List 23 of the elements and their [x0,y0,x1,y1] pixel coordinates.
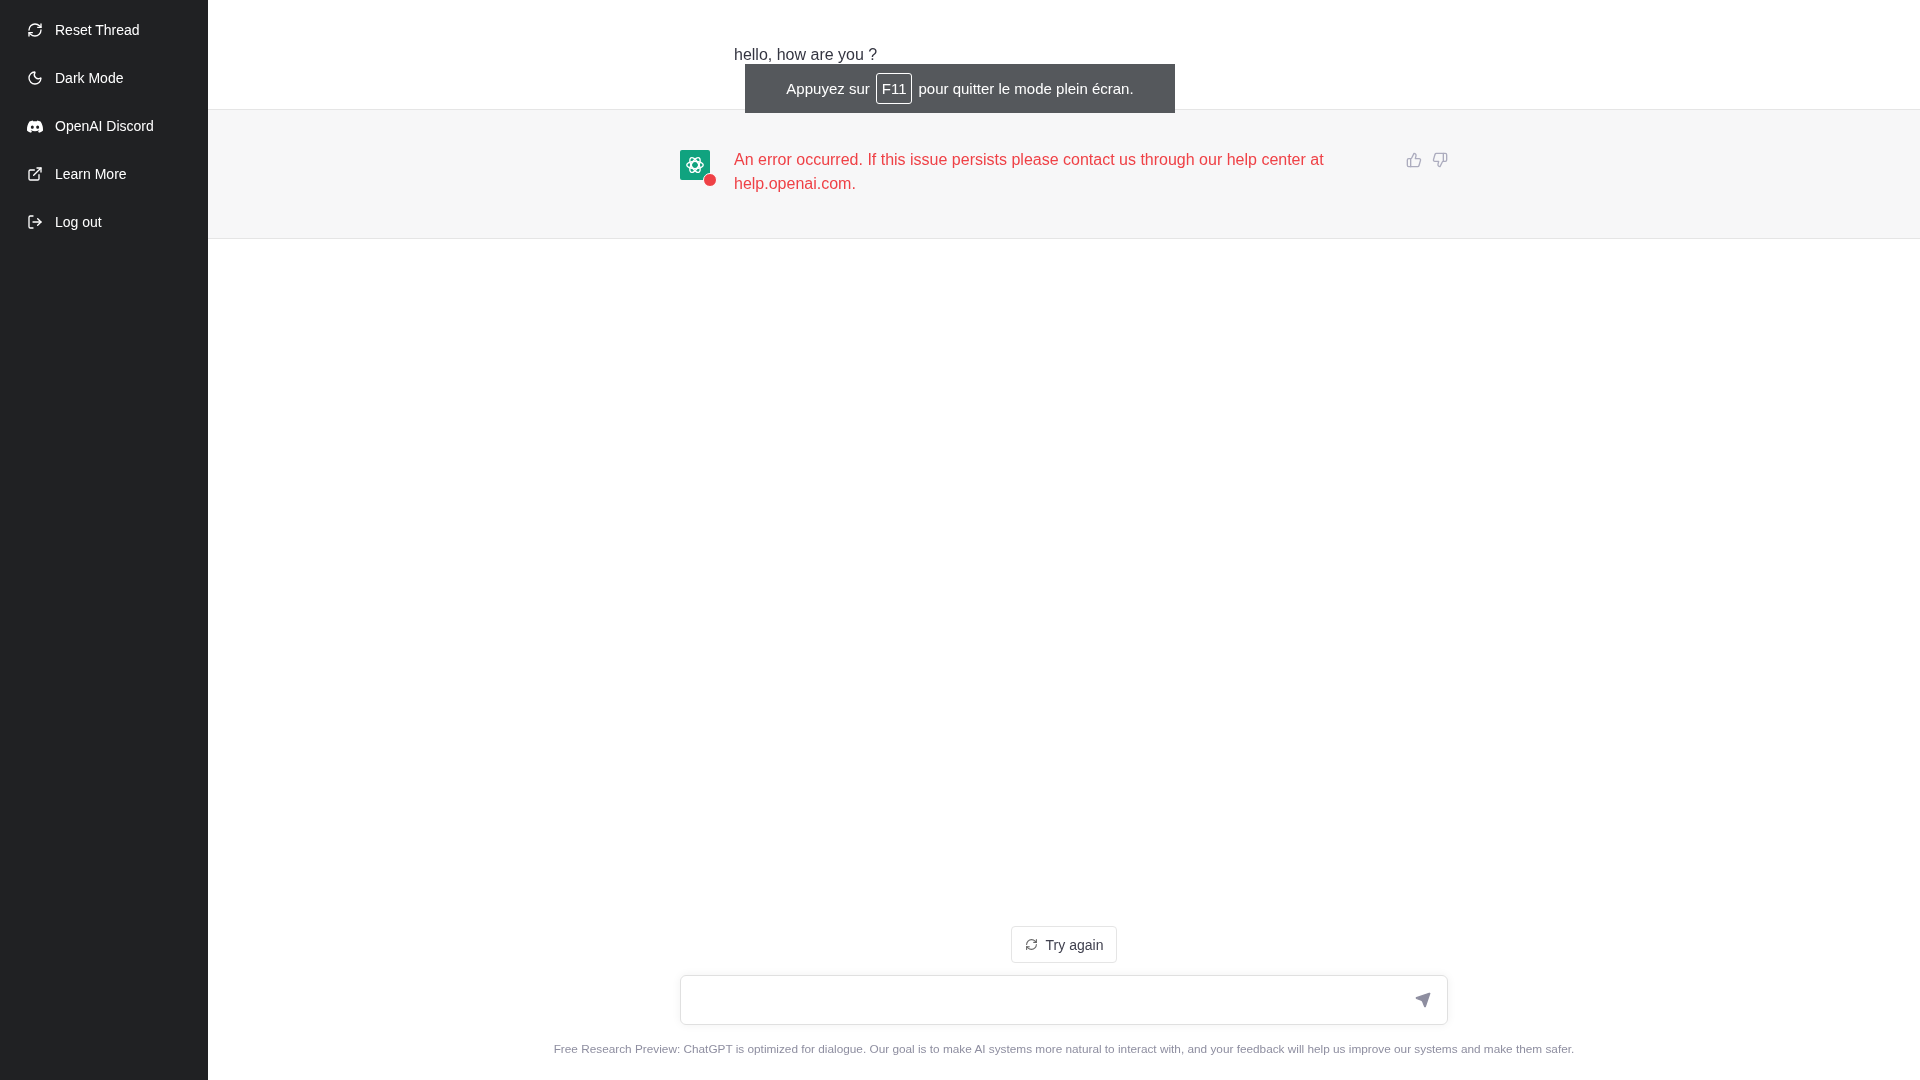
thumbs-down-icon[interactable] [1432,152,1448,168]
thumbs-up-icon[interactable] [1406,152,1422,168]
sidebar-item[interactable]: OpenAI Discord [8,104,200,148]
refresh-icon [27,22,43,38]
try-again-button[interactable]: Try again [1010,926,1118,963]
user-message: hello, how are you ? [734,45,878,65]
external-link-icon [27,166,43,182]
sidebar-item[interactable]: Reset Thread [8,8,200,52]
sidebar-item[interactable]: Learn More [8,152,200,196]
logout-icon [27,214,43,230]
moon-icon [27,70,43,86]
refresh-icon [1024,938,1038,951]
error-badge [703,173,717,187]
sidebar-item[interactable]: Log out [8,200,200,244]
message-input[interactable] [680,975,1448,1025]
notice-text: Appuyez sur [786,80,870,97]
sidebar-item[interactable]: Dark Mode [8,56,200,100]
send-icon[interactable] [1415,992,1431,1008]
discord-icon [27,119,43,133]
key-label: F11 [875,73,913,104]
notice-text: pour quitter le mode plein écran. [918,80,1134,97]
footer-note: Free Research Preview: ChatGPT is optimized for dialogue. Our goal is to make AI systems more natural to interact with, and your feedback will help us improve our systems and make them safer. [553,1042,1575,1056]
error-message: An error occurred. If this issue persists please contact us through our help center at help.openai.com. [734,150,1325,194]
